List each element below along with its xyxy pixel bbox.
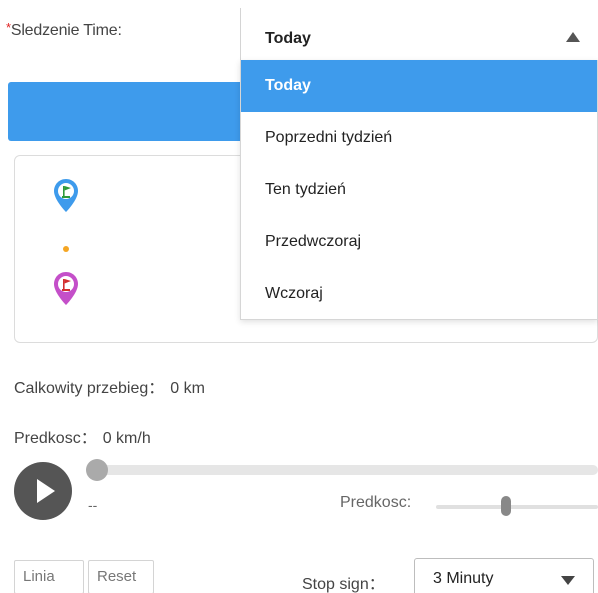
play-button[interactable]	[14, 462, 72, 520]
total-mileage-label: Calkowity przebieg：	[14, 380, 165, 397]
total-mileage: Calkowity przebieg： 0 km	[14, 374, 205, 398]
tracking-time-label-text: Sledzenie Time:	[10, 22, 122, 39]
playback-speed-label: Predkosc:	[340, 494, 412, 511]
stop-sign-label: Stop sign：	[302, 576, 385, 593]
dropdown-option-today[interactable]: Today	[241, 60, 597, 112]
line-button[interactable]: Linia	[14, 560, 84, 593]
tracking-time-dropdown: Today Poprzedni tydzień Ten tydzień Prze…	[240, 60, 598, 320]
dropdown-option-yesterday[interactable]: Wczoraj	[241, 268, 597, 320]
required-mark: *	[6, 20, 11, 35]
tracking-time-label: *Sledzenie Time:	[6, 20, 122, 40]
track-playback-panel: *Sledzenie Time: Today Today Poprzedni t…	[0, 0, 598, 593]
chevron-down-icon	[561, 576, 575, 585]
stop-sign-select-value: 3 Minuty	[433, 570, 494, 587]
dropdown-option-last-week[interactable]: Poprzedni tydzień	[241, 112, 597, 164]
current-speed-value: 0 km/h	[102, 430, 151, 447]
playback-progress-track[interactable]	[90, 465, 598, 475]
start-flag-pin-icon	[54, 179, 78, 212]
stop-sign-select[interactable]: 3 Minuty	[414, 558, 594, 593]
current-speed: Predkosc： 0 km/h	[14, 424, 151, 448]
playback-progress-handle[interactable]	[86, 459, 108, 481]
tracking-time-select-value: Today	[265, 30, 311, 47]
route-waypoint-dot	[63, 246, 69, 252]
playback-speed-track[interactable]	[436, 505, 598, 509]
total-mileage-value: 0 km	[170, 380, 205, 397]
chevron-up-icon	[566, 32, 580, 42]
tracking-time-select[interactable]: Today	[240, 8, 598, 60]
playback-time-readout: --	[88, 497, 98, 513]
current-speed-label: Predkosc：	[14, 430, 97, 447]
reset-button[interactable]: Reset	[88, 560, 154, 593]
dropdown-option-day-before-yesterday[interactable]: Przedwczoraj	[241, 216, 597, 268]
end-flag-pin-icon	[54, 272, 78, 305]
dropdown-option-this-week[interactable]: Ten tydzień	[241, 164, 597, 216]
playback-speed-handle[interactable]	[500, 496, 511, 516]
